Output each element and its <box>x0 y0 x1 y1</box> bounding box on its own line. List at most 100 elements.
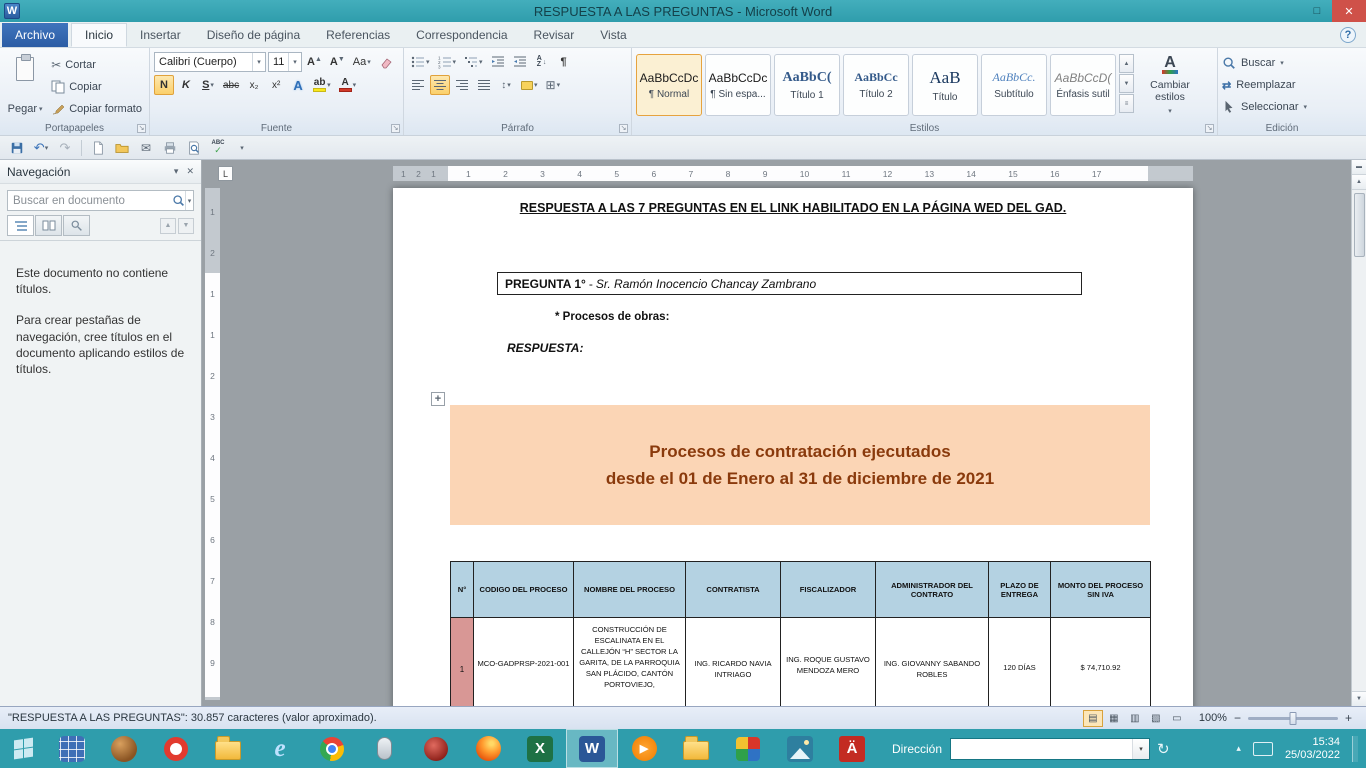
highlight-button[interactable]: ab▾ <box>310 75 334 95</box>
taskbar-opera-button[interactable] <box>150 729 202 768</box>
grow-font-button[interactable]: A▲ <box>304 52 325 72</box>
sort-button[interactable]: AZ↓ <box>532 52 552 72</box>
increase-indent-button[interactable] <box>510 52 530 72</box>
taskbar-app-button-5[interactable]: Ä <box>826 729 878 768</box>
scroll-down-button[interactable]: ▼ <box>1352 691 1366 706</box>
vertical-ruler[interactable]: 1 2 1 1 2 3 4 5 6 7 8 9 <box>205 188 220 700</box>
shrink-font-button[interactable]: A▼ <box>327 52 348 72</box>
font-size-combo[interactable]: 11▾ <box>268 52 302 72</box>
vertical-scrollbar[interactable]: ▬ ▲ ▼ <box>1351 160 1366 706</box>
horizontal-ruler[interactable]: 1 2 1 1 2 3 4 5 6 7 8 9 10 11 12 13 14 1… <box>393 166 1193 181</box>
styles-scroll-up-button[interactable]: ▲ <box>1119 54 1134 73</box>
tab-stop-selector[interactable]: L <box>218 166 233 181</box>
web-layout-view-button[interactable]: ▥ <box>1125 710 1145 727</box>
font-name-combo[interactable]: Calibri (Cuerpo)▾ <box>154 52 266 72</box>
clear-formatting-button[interactable] <box>376 52 396 72</box>
font-color-button[interactable]: A▾ <box>336 75 360 95</box>
style-enfasis-sutil[interactable]: AaBbCcD(Énfasis sutil <box>1050 54 1116 116</box>
browse-pages-tab[interactable] <box>35 215 62 236</box>
underline-button[interactable]: S▾ <box>198 75 218 95</box>
dialog-launcher-icon[interactable]: ↘ <box>391 124 400 133</box>
format-painter-button[interactable]: Copiar formato <box>48 99 145 118</box>
tab-vista[interactable]: Vista <box>587 23 639 47</box>
print-layout-view-button[interactable]: ▤ <box>1083 710 1103 727</box>
taskbar-word-button[interactable]: W <box>566 729 618 768</box>
previous-result-button[interactable]: ▲ <box>160 218 176 234</box>
show-hidden-icons-button[interactable]: ▴ <box>1236 743 1241 754</box>
zoom-in-button[interactable]: + <box>1345 711 1352 725</box>
taskbar-file-explorer-button[interactable] <box>202 729 254 768</box>
quick-print-button[interactable] <box>159 138 181 158</box>
show-paragraph-marks-button[interactable]: ¶ <box>554 52 574 72</box>
borders-button[interactable]: ⊞▾ <box>543 75 564 95</box>
tab-revisar[interactable]: Revisar <box>521 23 588 47</box>
decrease-indent-button[interactable] <box>488 52 508 72</box>
align-left-button[interactable] <box>408 75 428 95</box>
search-options-icon[interactable]: ▾ <box>185 191 193 210</box>
italic-button[interactable]: K <box>176 75 196 95</box>
minimize-button[interactable] <box>1272 0 1302 22</box>
superscript-button[interactable]: x² <box>266 75 286 95</box>
styles-scroll-down-button[interactable]: ▼ <box>1119 74 1134 93</box>
address-dropdown-icon[interactable]: ▾ <box>1132 739 1149 759</box>
tab-correspondencia[interactable]: Correspondencia <box>403 23 520 47</box>
bullets-button[interactable]: ▾ <box>408 52 433 72</box>
outline-view-button[interactable]: ▧ <box>1146 710 1166 727</box>
paste-button[interactable]: Pegar▾ <box>4 51 46 117</box>
open-button[interactable] <box>111 138 133 158</box>
new-document-button[interactable] <box>87 138 109 158</box>
change-case-button[interactable]: Aa▾ <box>350 52 374 72</box>
taskbar-calculator-button[interactable] <box>46 729 98 768</box>
shading-button[interactable]: ▾ <box>518 75 541 95</box>
tab-referencias[interactable]: Referencias <box>313 23 403 47</box>
subscript-button[interactable]: x₂ <box>244 75 264 95</box>
chevron-down-icon[interactable]: ▾ <box>288 53 301 71</box>
strikethrough-button[interactable]: abc <box>220 75 242 95</box>
document-page[interactable]: RESPUESTA A LAS 7 PREGUNTAS EN EL LINK H… <box>393 188 1193 706</box>
chevron-down-icon[interactable]: ▾ <box>252 53 265 71</box>
copy-button[interactable]: Copiar <box>48 77 145 96</box>
align-center-button[interactable] <box>430 75 450 95</box>
email-button[interactable]: ✉ <box>135 138 157 158</box>
pane-options-button[interactable]: ▾ <box>174 166 179 177</box>
taskbar-app-button-1[interactable] <box>98 729 150 768</box>
print-preview-button[interactable] <box>183 138 205 158</box>
tab-archivo[interactable]: Archivo <box>2 23 68 47</box>
taskbar-photos-button[interactable] <box>774 729 826 768</box>
show-desktop-button[interactable] <box>1352 736 1358 762</box>
word-app-icon[interactable]: W <box>4 3 20 19</box>
draft-view-button[interactable]: ▭ <box>1167 710 1187 727</box>
taskbar-folder-button[interactable] <box>670 729 722 768</box>
line-spacing-button[interactable]: ↕▾ <box>496 75 516 95</box>
style-titulo-2[interactable]: AaBbCcTítulo 2 <box>843 54 909 116</box>
customize-toolbar-button[interactable]: ▾ <box>231 138 253 158</box>
styles-more-button[interactable]: ≡ <box>1119 94 1134 113</box>
style-subtitulo[interactable]: AaBbCc.Subtítulo <box>981 54 1047 116</box>
close-button[interactable]: ✕ <box>1332 0 1366 22</box>
taskbar-clock[interactable]: 15:34 25/03/2022 <box>1285 736 1340 762</box>
go-refresh-icon[interactable]: ↻ <box>1157 740 1170 758</box>
search-icon[interactable] <box>172 194 185 207</box>
scroll-up-button[interactable]: ▲ <box>1352 175 1366 190</box>
zoom-level[interactable]: 100% <box>1199 712 1227 724</box>
align-right-button[interactable] <box>452 75 472 95</box>
replace-button[interactable]: ⇄Reemplazar <box>1222 76 1342 94</box>
address-input[interactable] <box>951 742 1132 756</box>
zoom-slider[interactable] <box>1248 717 1338 720</box>
touch-keyboard-icon[interactable] <box>1253 742 1273 756</box>
dialog-launcher-icon[interactable]: ↘ <box>1205 124 1214 133</box>
fullscreen-reading-view-button[interactable]: ▦ <box>1104 710 1124 727</box>
find-button[interactable]: Buscar▾ <box>1222 54 1342 72</box>
select-button[interactable]: Seleccionar▾ <box>1222 98 1342 116</box>
taskbar-firefox-button[interactable] <box>462 729 514 768</box>
cut-button[interactable]: ✂Cortar <box>48 55 145 74</box>
help-icon[interactable]: ? <box>1340 27 1356 43</box>
start-button[interactable] <box>0 729 46 768</box>
justify-button[interactable] <box>474 75 494 95</box>
save-button[interactable] <box>6 138 28 158</box>
taskbar-app-button-4[interactable] <box>722 729 774 768</box>
taskbar-media-player-button[interactable]: ▶ <box>618 729 670 768</box>
scrollbar-thumb[interactable] <box>1354 193 1365 257</box>
style-titulo[interactable]: AaBTítulo <box>912 54 978 116</box>
tab-insertar[interactable]: Insertar <box>127 23 194 47</box>
